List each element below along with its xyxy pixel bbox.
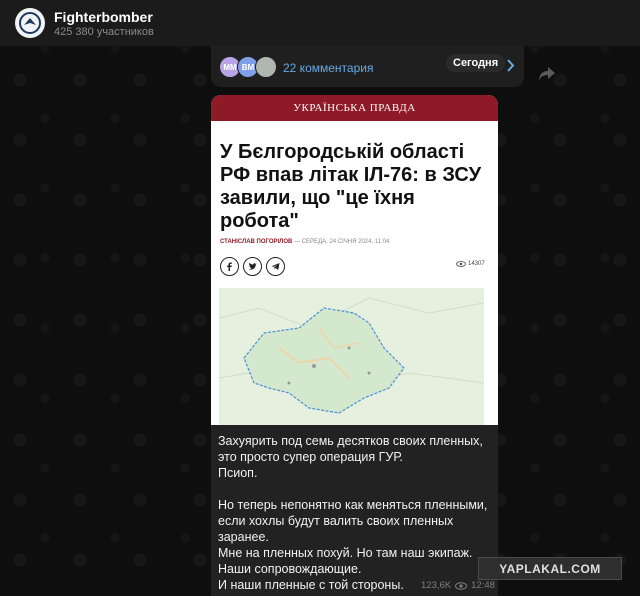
channel-avatar[interactable] bbox=[15, 8, 45, 38]
chat-header[interactable]: Fighterbomber 425 380 участников bbox=[0, 0, 640, 47]
comments-count-link[interactable]: 22 комментария bbox=[283, 61, 373, 75]
eye-icon bbox=[456, 261, 466, 267]
fighter-jet-icon bbox=[19, 12, 41, 34]
date-badge: Сегодня bbox=[446, 54, 506, 72]
message-views: 123,6K bbox=[421, 580, 452, 591]
article-byline: СТАНІСЛАВ ПОГОРІЛОВ — СЕРЕДА, 24 СІЧНЯ 2… bbox=[220, 239, 389, 245]
twitter-icon bbox=[243, 257, 262, 276]
message-bubble[interactable]: УКРАЇНСЬКА ПРАВДА У Бєлгородській област… bbox=[211, 95, 498, 596]
map-image bbox=[218, 288, 485, 425]
article-date: — СЕРЕДА, 24 СІЧНЯ 2024, 11:04 bbox=[292, 239, 390, 245]
telegram-icon bbox=[266, 257, 285, 276]
news-site-logo: УКРАЇНСЬКА ПРАВДА bbox=[293, 102, 416, 114]
message-paragraph: Захуярить под семь десятков своих пленны… bbox=[218, 434, 483, 464]
message-text: Захуярить под семь десятков своих пленны… bbox=[218, 433, 496, 593]
article-author: СТАНІСЛАВ ПОГОРІЛОВ bbox=[220, 239, 293, 245]
share-icon[interactable] bbox=[538, 66, 556, 82]
channel-name[interactable]: Fighterbomber bbox=[54, 9, 153, 25]
message-paragraph: Мне на пленных похуй. Но там наш экипаж. bbox=[218, 546, 473, 560]
message-paragraph: Псиоп. bbox=[218, 466, 258, 480]
site-watermark: YAPLAKAL.COM bbox=[478, 557, 622, 580]
article-headline: У Бєлгородській області РФ впав літак ІЛ… bbox=[220, 141, 482, 232]
news-site-header: УКРАЇНСЬКА ПРАВДА bbox=[211, 95, 498, 121]
comments-bar[interactable]: MM BM 22 комментария Сегодня bbox=[211, 46, 524, 87]
message-time: 12:48 bbox=[471, 580, 495, 591]
channel-members: 425 380 участников bbox=[54, 26, 154, 38]
message-paragraph: Но теперь непонятно как меняться пленным… bbox=[218, 498, 488, 544]
eye-icon bbox=[455, 581, 468, 590]
commenter-avatar bbox=[255, 56, 277, 78]
article-screenshot[interactable]: УКРАЇНСЬКА ПРАВДА У Бєлгородській област… bbox=[211, 95, 498, 425]
message-paragraph: Наши сопровождающие. bbox=[218, 562, 362, 576]
article-views: 14307 bbox=[456, 261, 485, 267]
facebook-icon bbox=[220, 257, 239, 276]
social-buttons bbox=[220, 257, 285, 276]
article-views-count: 14307 bbox=[468, 261, 485, 267]
chevron-right-icon[interactable] bbox=[507, 59, 515, 72]
region-map bbox=[218, 288, 485, 425]
message-meta: 123,6K 12:48 bbox=[421, 580, 495, 591]
